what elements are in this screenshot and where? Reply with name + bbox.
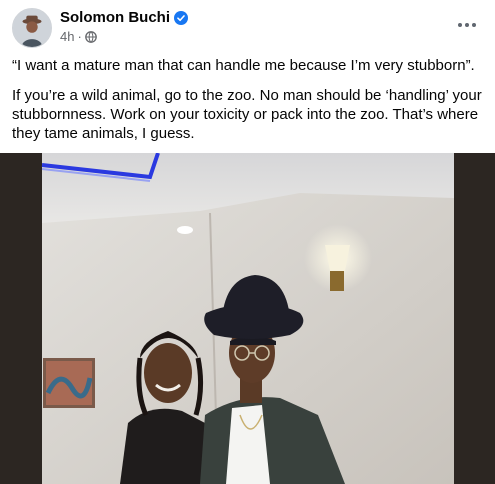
author-name[interactable]: Solomon Buchi	[60, 9, 170, 26]
author-row: Solomon Buchi	[60, 9, 188, 26]
post-text: “I want a mature man that can handle me …	[12, 56, 486, 154]
more-options-icon[interactable]	[453, 11, 481, 39]
photo-image	[0, 153, 495, 484]
post-body: If you’re a wild animal, go to the zoo. …	[12, 87, 482, 142]
avatar-image	[13, 9, 51, 47]
post-meta: 4h ·	[60, 29, 97, 44]
post-header: Solomon Buchi 4h ·	[0, 0, 495, 50]
globe-icon[interactable]	[84, 30, 97, 43]
verified-badge-icon	[174, 10, 188, 25]
post-time[interactable]: 4h	[60, 29, 74, 44]
post-quote: “I want a mature man that can handle me …	[12, 57, 475, 74]
meta-separator: ·	[77, 29, 82, 44]
author-avatar[interactable]	[12, 8, 52, 48]
post-photo[interactable]	[0, 153, 495, 484]
